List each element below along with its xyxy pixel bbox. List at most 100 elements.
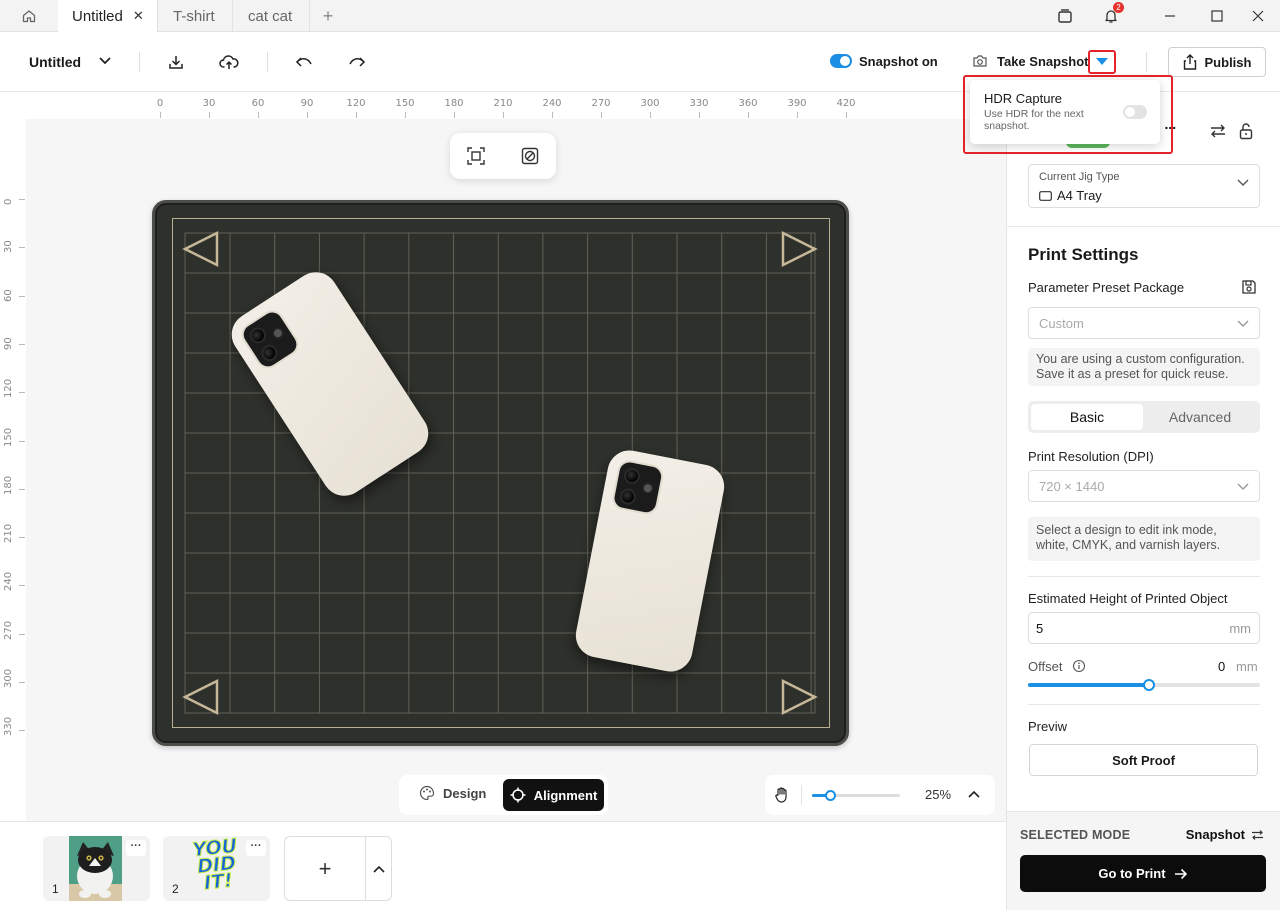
- height-value: 5: [1036, 621, 1044, 636]
- tab-untitled[interactable]: Untitled ✕: [58, 0, 158, 32]
- lens: [258, 341, 281, 365]
- go-to-print-button[interactable]: Go to Print: [1020, 855, 1266, 892]
- info-icon[interactable]: [1072, 659, 1086, 673]
- tab-basic[interactable]: Basic: [1031, 404, 1143, 430]
- more-icon[interactable]: ···: [126, 840, 146, 856]
- jig-type-select[interactable]: Current Jig Type A4 Tray: [1028, 164, 1260, 208]
- ruler-label: 0: [156, 98, 164, 109]
- ruler-tick: [846, 112, 847, 118]
- notifications-button[interactable]: 2: [1089, 0, 1133, 32]
- ruler-tick: [19, 537, 25, 539]
- camera-module: [237, 305, 303, 373]
- divider: [1028, 704, 1260, 705]
- crosshair-icon: [510, 787, 526, 803]
- document-name[interactable]: Untitled: [29, 54, 81, 70]
- caret-down-icon: [1096, 58, 1108, 65]
- ruler-tick: [307, 112, 308, 118]
- cloud-upload-button[interactable]: [217, 50, 241, 74]
- ruler-tick: [19, 730, 25, 732]
- alignment-mode-button[interactable]: Alignment: [503, 779, 604, 811]
- cloud-upload-icon: [219, 55, 239, 69]
- ruler-label: 120: [3, 379, 14, 399]
- divider: [139, 52, 140, 72]
- divider: [1146, 52, 1147, 72]
- minimize-button[interactable]: [1148, 0, 1192, 32]
- offset-label: Offset: [1028, 659, 1063, 674]
- ruler-tick: [405, 112, 406, 118]
- chevron-up-icon[interactable]: [968, 790, 980, 798]
- tab-cat-cat[interactable]: cat cat: [234, 0, 310, 32]
- add-page-control: +: [284, 836, 392, 901]
- ruler-label: 90: [300, 98, 314, 109]
- height-input[interactable]: 5 mm: [1028, 612, 1260, 644]
- page-strip-toggle[interactable]: [366, 837, 392, 900]
- ruler-tick: [601, 112, 602, 118]
- resolution-select[interactable]: 720 × 1440: [1028, 470, 1260, 502]
- lens: [622, 466, 642, 486]
- hand-icon[interactable]: [773, 786, 791, 804]
- save-button[interactable]: [164, 50, 188, 74]
- ruler-label: 300: [3, 668, 14, 688]
- corner-marker-top-right: [781, 230, 818, 268]
- home-button[interactable]: [0, 0, 58, 32]
- redo-button[interactable]: [345, 50, 369, 74]
- tab-t-shirt[interactable]: T-shirt: [159, 0, 233, 32]
- page-strip: 1 ··· YOU DID IT! 2 ··· +: [0, 821, 1006, 910]
- page-thumbnail-1[interactable]: 1 ···: [43, 836, 150, 901]
- zoom-slider-handle[interactable]: [824, 790, 836, 801]
- maximize-button[interactable]: [1195, 0, 1239, 32]
- snapshot-toggle[interactable]: [830, 54, 852, 68]
- palette-icon: [419, 785, 435, 801]
- design-mode-button[interactable]: Design: [419, 785, 486, 801]
- ruler-label: 240: [3, 572, 14, 592]
- snapshot-options-button[interactable]: [1088, 50, 1116, 74]
- preview-label: Previw: [1028, 719, 1068, 734]
- selected-mode-switch[interactable]: Snapshot: [1186, 827, 1264, 842]
- preset-value: Custom: [1039, 316, 1084, 331]
- tab-advanced[interactable]: Advanced: [1144, 404, 1256, 430]
- ruler-tick: [748, 112, 749, 118]
- alignment-mode-label: Alignment: [533, 787, 598, 803]
- design-mode-label: Design: [443, 785, 487, 801]
- chevron-up-icon: [373, 865, 385, 873]
- zoom-slider[interactable]: [812, 790, 900, 801]
- download-icon: [169, 56, 183, 69]
- save-preset-icon[interactable]: [1241, 279, 1257, 295]
- jig-type-label: Current Jig Type: [1039, 171, 1120, 183]
- zoom-control: 25%: [765, 775, 995, 815]
- vertical-ruler: 0 30 60 90 120 150 180 210 240 270 300 330: [0, 119, 26, 821]
- publish-button[interactable]: Publish: [1168, 47, 1266, 77]
- add-page-button[interactable]: +: [285, 837, 365, 900]
- ruler-tick: [797, 112, 798, 118]
- offset-slider-handle[interactable]: [1142, 679, 1155, 691]
- workspace-button[interactable]: [1043, 0, 1087, 32]
- lens: [269, 324, 287, 342]
- page-thumbnail-2[interactable]: YOU DID IT! 2 ···: [163, 834, 270, 901]
- mask-icon[interactable]: [520, 146, 540, 166]
- unlock-icon[interactable]: [1239, 122, 1253, 140]
- more-icon[interactable]: ···: [246, 840, 266, 856]
- canvas-area[interactable]: 0 30 60 90 120 150 180 210 240 270 300 330 360 390 420…: [0, 93, 1006, 821]
- undo-button[interactable]: [292, 50, 316, 74]
- preset-select[interactable]: Custom: [1028, 307, 1260, 339]
- chevron-down-icon[interactable]: [94, 50, 116, 72]
- divider: [267, 52, 268, 72]
- selected-mode-value: Snapshot: [1185, 827, 1245, 842]
- swap-icon[interactable]: [1210, 124, 1226, 138]
- take-snapshot-button[interactable]: Take Snapshot: [997, 54, 1089, 69]
- close-icon[interactable]: ✕: [133, 8, 144, 24]
- chevron-down-icon: [1237, 320, 1249, 327]
- soft-proof-button[interactable]: Soft Proof: [1029, 744, 1258, 776]
- ruler-label: 90: [3, 337, 14, 350]
- ruler-label: 30: [202, 98, 216, 109]
- fit-frame-icon[interactable]: [466, 146, 486, 166]
- offset-slider[interactable]: [1028, 679, 1260, 691]
- hdr-capture-toggle[interactable]: [1123, 105, 1147, 119]
- add-tab-button[interactable]: +: [312, 0, 344, 32]
- tab-bar: Untitled ✕ T-shirt cat cat + 2: [0, 0, 1280, 32]
- close-window-button[interactable]: [1236, 0, 1280, 32]
- page-number: 1: [52, 882, 59, 896]
- close-icon: [1252, 10, 1264, 22]
- ruler-label: 60: [3, 288, 14, 302]
- ruler-label: 390: [787, 98, 807, 109]
